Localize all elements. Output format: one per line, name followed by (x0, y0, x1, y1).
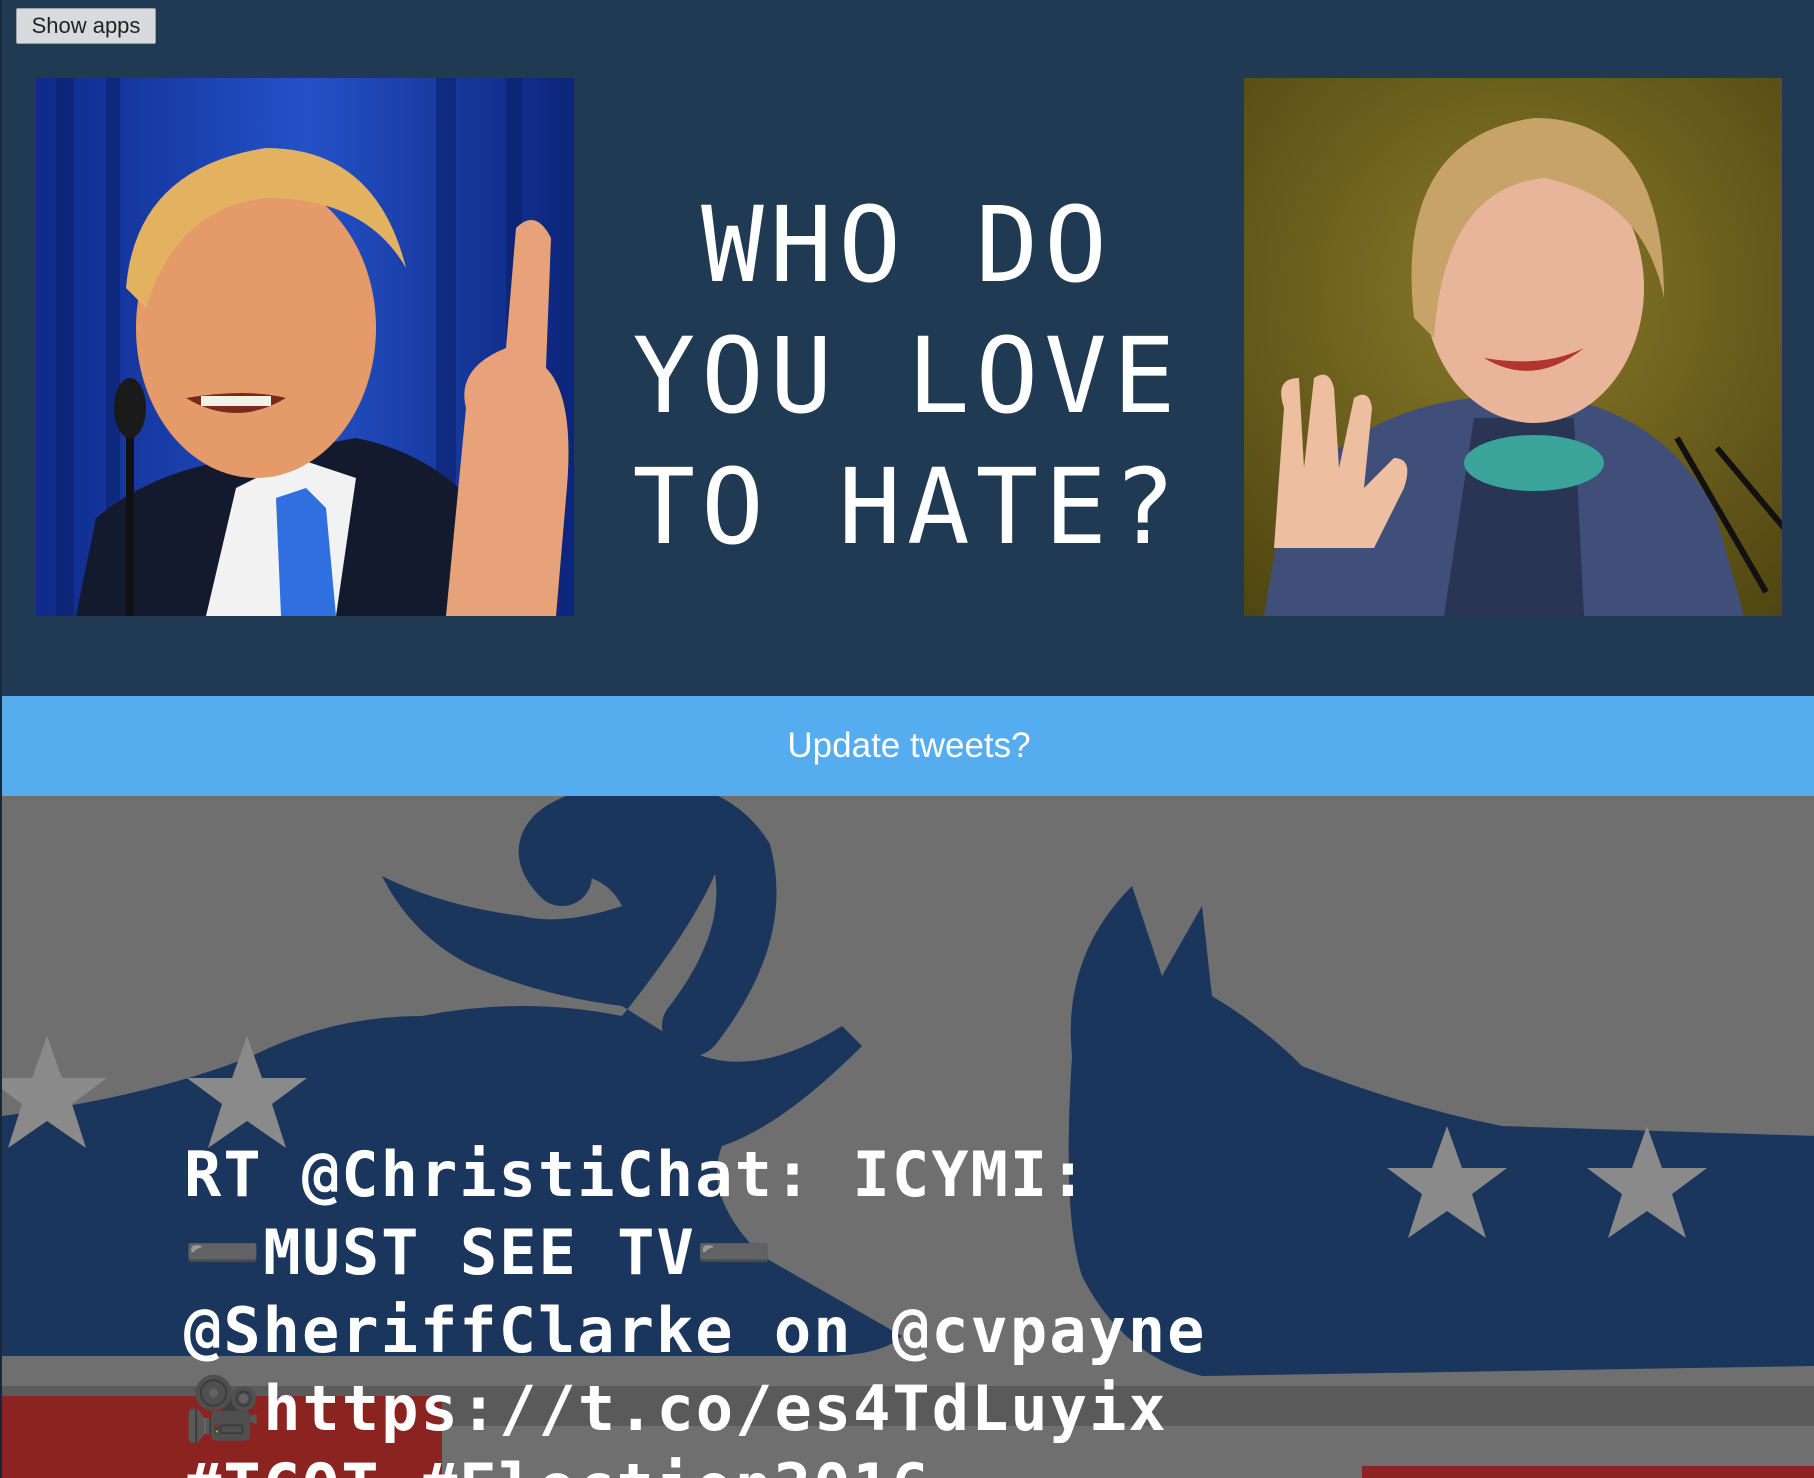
headline-line-2: YOU LOVE (632, 315, 1182, 437)
update-tweets-button[interactable]: Update tweets? (2, 696, 1814, 796)
headline-line-3: TO HATE? (632, 446, 1182, 568)
headline-line-1: WHO DO (701, 184, 1113, 306)
right-candidate-photo (1244, 78, 1782, 616)
headline: WHO DO YOU LOVE TO HATE? (592, 180, 1222, 573)
left-candidate-photo (36, 78, 574, 616)
header: Show apps WHO DO YOU LOVE TO HATE? (2, 0, 1814, 696)
tweet-text: RT @ChristiChat: ICYMI: ➖MUST SEE TV➖ @S… (184, 1138, 1207, 1478)
update-tweets-label: Update tweets? (787, 726, 1031, 765)
right-candidate-image (1244, 78, 1782, 616)
app-page: Show apps WHO DO YOU LOVE TO HATE? Updat… (0, 0, 1814, 1478)
tweet-panel: RT @ChristiChat: ICYMI: ➖MUST SEE TV➖ @S… (2, 796, 1814, 1478)
show-apps-button[interactable]: Show apps (16, 8, 156, 44)
left-candidate-image (36, 78, 574, 616)
